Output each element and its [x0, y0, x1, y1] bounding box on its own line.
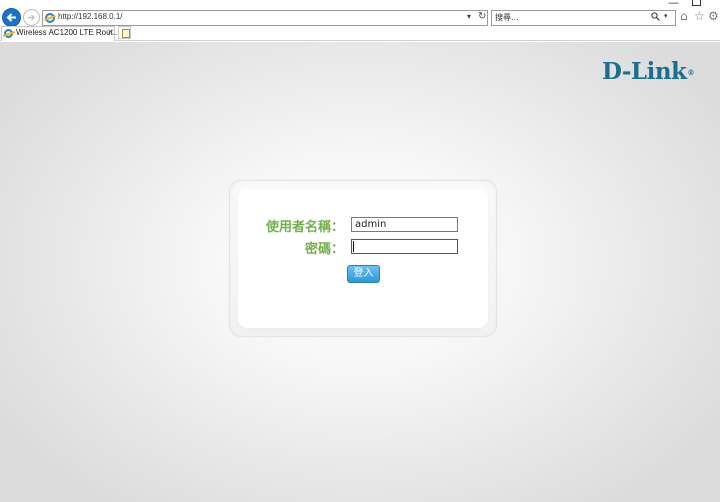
arrow-right-icon — [28, 14, 35, 21]
password-label: 密碼： — [304, 242, 344, 257]
tab-title: Wireless AC1200 LTE Rout... — [16, 28, 120, 37]
url-text[interactable]: http://192.168.0.1/ — [58, 12, 123, 21]
search-box[interactable]: 搜尋... ▾ — [491, 10, 676, 26]
refresh-icon[interactable]: ↻ — [478, 11, 486, 22]
close-icon[interactable]: × — [107, 27, 114, 36]
username-field[interactable] — [351, 217, 458, 232]
tab-favicon-icon — [4, 29, 13, 38]
address-bar[interactable]: http://192.168.0.1/ ▾ ↻ — [42, 10, 488, 26]
window-titlebar: — — [0, 0, 720, 8]
browser-tab-active[interactable]: Wireless AC1200 LTE Rout... × — [1, 26, 119, 41]
search-icon[interactable] — [651, 12, 660, 24]
home-icon[interactable]: ⌂ — [680, 10, 688, 22]
login-panel: 使用者名稱： 密碼： 登入 — [229, 180, 497, 337]
ie-favicon-icon — [45, 13, 55, 23]
gear-icon[interactable]: ⚙ — [708, 10, 719, 22]
back-button[interactable] — [2, 8, 21, 27]
chevron-down-icon[interactable]: ▾ — [467, 12, 471, 21]
search-input[interactable]: 搜尋... — [495, 12, 519, 23]
text-caret — [353, 241, 354, 252]
password-field[interactable] — [351, 239, 458, 254]
forward-button[interactable] — [23, 9, 40, 26]
minimize-icon[interactable]: — — [668, 0, 679, 8]
page-content: D-Link® 使用者名稱： 密碼： 登入 — [0, 42, 720, 502]
username-label: 使用者名稱： — [265, 220, 344, 235]
login-button[interactable]: 登入 — [347, 265, 380, 283]
magnifier-icon — [651, 12, 660, 21]
arrow-left-icon — [6, 13, 16, 22]
maximize-icon[interactable] — [692, 0, 701, 6]
browser-navbar: http://192.168.0.1/ ▾ ↻ 搜尋... ▾ — [0, 8, 720, 27]
tab-bar: Wireless AC1200 LTE Rout... × — [0, 26, 720, 41]
dlink-logo: D-Link® — [602, 58, 694, 85]
new-tab-button[interactable] — [118, 26, 131, 39]
favorites-star-icon[interactable]: ☆ — [694, 10, 705, 22]
search-dropdown-icon[interactable]: ▾ — [664, 12, 668, 20]
